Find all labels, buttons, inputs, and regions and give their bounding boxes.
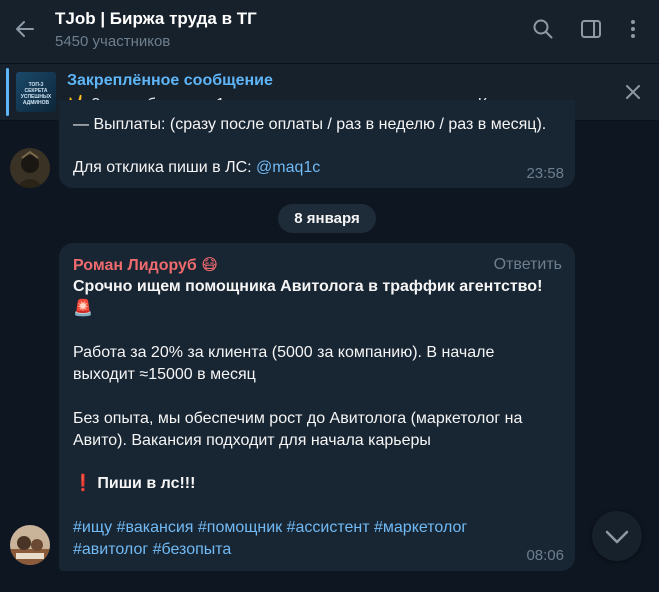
pinned-indicator: [6, 68, 9, 116]
hashtags[interactable]: #ищу #вакансия #помощник #ассистент #мар…: [73, 517, 467, 539]
close-icon[interactable]: [623, 82, 643, 102]
chevron-down-icon: [605, 530, 629, 544]
message-line: Для отклика пиши в ЛС: @maq1c: [73, 157, 320, 179]
pinned-thumbnail: ТОП-3 СЕКРЕТА УСПЕШНЫХ АДМИНОВ: [16, 72, 56, 112]
member-count: 5450 участников: [55, 33, 171, 50]
message-time: 08:06: [526, 547, 564, 564]
date-separator: 8 января: [278, 204, 376, 233]
hashtags[interactable]: #авитолог #безопыта: [73, 539, 231, 561]
sidebar-toggle-icon[interactable]: [579, 17, 603, 41]
cta-text: Пиши в лс!!!: [97, 475, 196, 492]
more-options-icon[interactable]: [621, 17, 645, 41]
pinned-thumbnail-text: ТОП-3 СЕКРЕТА УСПЕШНЫХ АДМИНОВ: [20, 82, 52, 106]
message-bubble[interactable]: — Выплаты: (сразу после оплаты / раз в н…: [59, 100, 575, 188]
message-headline: Срочно ищем помощника Авитолога в траффи…: [73, 278, 543, 295]
exclamation-icon: ❗: [73, 475, 93, 492]
chat-header: TJob | Биржа труда в ТГ 5450 участников: [0, 0, 659, 64]
message-line: — Выплаты: (сразу после оплаты / раз в н…: [73, 116, 547, 133]
sender-name[interactable]: Роман Лидоруб: [73, 257, 197, 274]
search-icon[interactable]: [531, 17, 555, 41]
back-arrow-icon[interactable]: [13, 17, 37, 41]
message-time: 23:58: [526, 165, 564, 182]
message-line: Авито). Вакансия подходит для начала кар…: [73, 432, 431, 449]
sender-emoji: 😷: [201, 257, 218, 274]
message-text: Для отклика пиши в ЛС:: [73, 159, 257, 176]
scroll-down-button[interactable]: [592, 511, 642, 561]
call-to-action: ❗ Пиши в лс!!!: [73, 473, 195, 495]
username-link[interactable]: @maq1c: [256, 159, 320, 176]
avatar[interactable]: [10, 525, 50, 565]
avatar[interactable]: [10, 148, 50, 188]
reply-button[interactable]: Ответить: [494, 256, 562, 274]
chat-title[interactable]: TJob | Биржа труда в ТГ: [55, 9, 257, 29]
pinned-title: Закреплённое сообщение: [67, 72, 273, 89]
siren-emoji: 🚨: [73, 300, 93, 317]
message-line: Работа за 20% за клиента (5000 за компан…: [73, 344, 495, 361]
message-line: Без опыта, мы обеспечим рост до Авитолог…: [73, 410, 523, 427]
message-sender[interactable]: Роман Лидоруб 😷: [73, 255, 218, 275]
message-bubble[interactable]: Роман Лидоруб 😷 Ответить Срочно ищем пом…: [59, 243, 575, 571]
message-line: выходит ≈15000 в месяц: [73, 366, 256, 383]
